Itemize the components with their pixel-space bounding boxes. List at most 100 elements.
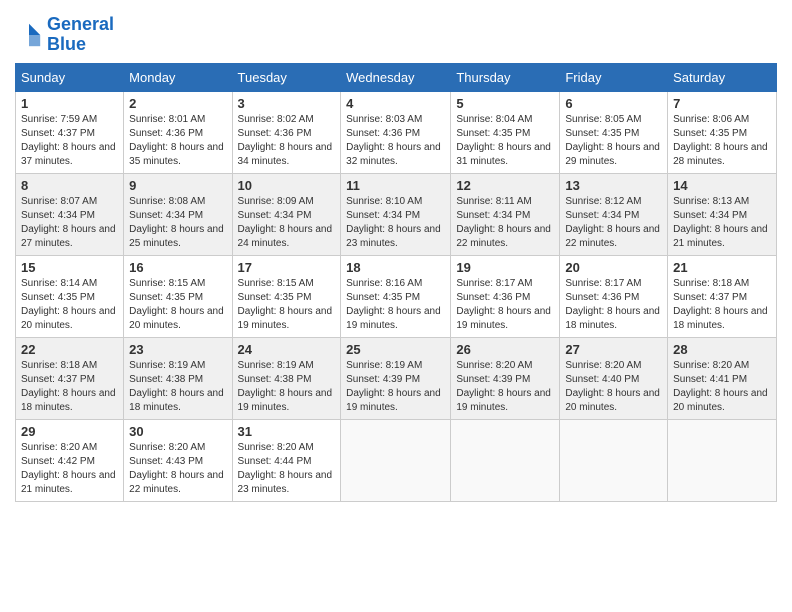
day-info: Sunrise: 8:19 AM Sunset: 4:39 PM Dayligh… (346, 359, 445, 415)
calendar-cell: 12Sunrise: 8:11 AM Sunset: 4:34 PM Dayli… (451, 173, 560, 255)
calendar-cell: 24Sunrise: 8:19 AM Sunset: 4:38 PM Dayli… (232, 337, 341, 419)
day-info: Sunrise: 8:03 AM Sunset: 4:36 PM Dayligh… (346, 113, 445, 169)
calendar-cell: 6Sunrise: 8:05 AM Sunset: 4:35 PM Daylig… (560, 91, 668, 173)
calendar-cell: 26 Sunrise: 8:20 AM Sunset: 4:39 PM Dayli… (451, 337, 560, 419)
logo: General Blue (15, 15, 114, 55)
calendar-cell: 28 Sunrise: 8:20 AM Sunset: 4:41 PM Dayli… (668, 337, 777, 419)
day-number: 18 (346, 260, 445, 275)
calendar-cell (668, 419, 777, 501)
day-info: Sunrise: 8:19 AM Sunset: 4:38 PM Dayligh… (129, 359, 226, 415)
day-header-monday: Monday (124, 63, 232, 91)
day-info: Sunrise: 8:16 AM Sunset: 4:35 PM Dayligh… (346, 277, 445, 333)
week-row-3: 15 Sunrise: 8:14 AM Sunset: 4:35 PM Dayli… (16, 255, 777, 337)
calendar-cell: 14Sunrise: 8:13 AM Sunset: 4:34 PM Dayli… (668, 173, 777, 255)
week-row-2: 8Sunrise: 8:07 AM Sunset: 4:34 PM Daylig… (16, 173, 777, 255)
calendar-cell: 11 Sunrise: 8:10 AM Sunset: 4:34 PM Dayli… (341, 173, 451, 255)
calendar-cell: 16 Sunrise: 8:15 AM Sunset: 4:35 PM Dayli… (124, 255, 232, 337)
day-info: Sunrise: 8:18 AM Sunset: 4:37 PM Dayligh… (21, 359, 118, 415)
day-number: 2 (129, 96, 226, 111)
week-row-4: 22 Sunrise: 8:18 AM Sunset: 4:37 PM Dayli… (16, 337, 777, 419)
day-info: Sunrise: 8:20 AM Sunset: 4:41 PM Dayligh… (673, 359, 771, 415)
day-info: Sunrise: 8:20 AM Sunset: 4:43 PM Dayligh… (129, 441, 226, 497)
day-number: 7 (673, 96, 771, 111)
day-number: 29 (21, 424, 118, 439)
day-info: Sunrise: 8:12 AM Sunset: 4:34 PM Dayligh… (565, 195, 662, 251)
day-number: 13 (565, 178, 662, 193)
calendar-cell (560, 419, 668, 501)
day-number: 31 (238, 424, 336, 439)
calendar-cell: 22 Sunrise: 8:18 AM Sunset: 4:37 PM Dayli… (16, 337, 124, 419)
calendar-cell: 27Sunrise: 8:20 AM Sunset: 4:40 PM Dayli… (560, 337, 668, 419)
day-number: 12 (456, 178, 554, 193)
calendar-cell: 30 Sunrise: 8:20 AM Sunset: 4:43 PM Dayli… (124, 419, 232, 501)
calendar-cell: 9 Sunrise: 8:08 AM Sunset: 4:34 PM Daylig… (124, 173, 232, 255)
day-info: Sunrise: 8:01 AM Sunset: 4:36 PM Dayligh… (129, 113, 226, 169)
calendar-cell: 25 Sunrise: 8:19 AM Sunset: 4:39 PM Dayli… (341, 337, 451, 419)
day-info: Sunrise: 8:15 AM Sunset: 4:35 PM Dayligh… (238, 277, 336, 333)
day-number: 10 (238, 178, 336, 193)
logo-icon (15, 21, 43, 49)
day-number: 11 (346, 178, 445, 193)
day-info: Sunrise: 8:20 AM Sunset: 4:42 PM Dayligh… (21, 441, 118, 497)
calendar-cell: 18 Sunrise: 8:16 AM Sunset: 4:35 PM Dayli… (341, 255, 451, 337)
day-number: 9 (129, 178, 226, 193)
day-info: Sunrise: 8:07 AM Sunset: 4:34 PM Dayligh… (21, 195, 118, 251)
day-number: 28 (673, 342, 771, 357)
header: General Blue (15, 15, 777, 55)
day-header-sunday: Sunday (16, 63, 124, 91)
calendar-cell: 3 Sunrise: 8:02 AM Sunset: 4:36 PM Daylig… (232, 91, 341, 173)
day-info: Sunrise: 8:19 AM Sunset: 4:38 PM Dayligh… (238, 359, 336, 415)
day-info: Sunrise: 8:04 AM Sunset: 4:35 PM Dayligh… (456, 113, 554, 169)
day-number: 30 (129, 424, 226, 439)
day-info: Sunrise: 7:59 AM Sunset: 4:37 PM Dayligh… (21, 113, 118, 169)
calendar-cell (451, 419, 560, 501)
day-info: Sunrise: 8:02 AM Sunset: 4:36 PM Dayligh… (238, 113, 336, 169)
calendar-cell: 15 Sunrise: 8:14 AM Sunset: 4:35 PM Dayli… (16, 255, 124, 337)
page: General Blue SundayMondayTuesdayWednesda… (0, 0, 792, 612)
week-row-1: 1Sunrise: 7:59 AM Sunset: 4:37 PM Daylig… (16, 91, 777, 173)
calendar-cell: 7 Sunrise: 8:06 AM Sunset: 4:35 PM Daylig… (668, 91, 777, 173)
calendar-cell: 20 Sunrise: 8:17 AM Sunset: 4:36 PM Dayli… (560, 255, 668, 337)
day-number: 26 (456, 342, 554, 357)
day-number: 17 (238, 260, 336, 275)
day-info: Sunrise: 8:20 AM Sunset: 4:39 PM Dayligh… (456, 359, 554, 415)
day-number: 3 (238, 96, 336, 111)
day-number: 15 (21, 260, 118, 275)
day-info: Sunrise: 8:15 AM Sunset: 4:35 PM Dayligh… (129, 277, 226, 333)
day-info: Sunrise: 8:10 AM Sunset: 4:34 PM Dayligh… (346, 195, 445, 251)
day-number: 22 (21, 342, 118, 357)
day-number: 5 (456, 96, 554, 111)
calendar-cell: 1Sunrise: 7:59 AM Sunset: 4:37 PM Daylig… (16, 91, 124, 173)
day-number: 16 (129, 260, 226, 275)
day-number: 23 (129, 342, 226, 357)
day-header-saturday: Saturday (668, 63, 777, 91)
day-number: 21 (673, 260, 771, 275)
calendar-cell: 13 Sunrise: 8:12 AM Sunset: 4:34 PM Dayli… (560, 173, 668, 255)
day-number: 6 (565, 96, 662, 111)
day-header-friday: Friday (560, 63, 668, 91)
week-row-5: 29 Sunrise: 8:20 AM Sunset: 4:42 PM Dayli… (16, 419, 777, 501)
day-number: 25 (346, 342, 445, 357)
calendar-cell: 4Sunrise: 8:03 AM Sunset: 4:36 PM Daylig… (341, 91, 451, 173)
calendar-table: SundayMondayTuesdayWednesdayThursdayFrid… (15, 63, 777, 502)
day-header-wednesday: Wednesday (341, 63, 451, 91)
day-info: Sunrise: 8:13 AM Sunset: 4:34 PM Dayligh… (673, 195, 771, 251)
calendar-cell: 2 Sunrise: 8:01 AM Sunset: 4:36 PM Daylig… (124, 91, 232, 173)
day-header-tuesday: Tuesday (232, 63, 341, 91)
day-number: 20 (565, 260, 662, 275)
calendar-cell: 17 Sunrise: 8:15 AM Sunset: 4:35 PM Dayli… (232, 255, 341, 337)
day-info: Sunrise: 8:20 AM Sunset: 4:40 PM Dayligh… (565, 359, 662, 415)
calendar-cell: 29 Sunrise: 8:20 AM Sunset: 4:42 PM Dayli… (16, 419, 124, 501)
calendar-cell: 21 Sunrise: 8:18 AM Sunset: 4:37 PM Dayli… (668, 255, 777, 337)
logo-text: General Blue (47, 15, 114, 55)
calendar-cell: 10Sunrise: 8:09 AM Sunset: 4:34 PM Dayli… (232, 173, 341, 255)
calendar-cell: 5 Sunrise: 8:04 AM Sunset: 4:35 PM Daylig… (451, 91, 560, 173)
calendar-cell (341, 419, 451, 501)
calendar-cell: 19Sunrise: 8:17 AM Sunset: 4:36 PM Dayli… (451, 255, 560, 337)
day-info: Sunrise: 8:17 AM Sunset: 4:36 PM Dayligh… (456, 277, 554, 333)
day-info: Sunrise: 8:18 AM Sunset: 4:37 PM Dayligh… (673, 277, 771, 333)
day-info: Sunrise: 8:08 AM Sunset: 4:34 PM Dayligh… (129, 195, 226, 251)
day-info: Sunrise: 8:06 AM Sunset: 4:35 PM Dayligh… (673, 113, 771, 169)
day-info: Sunrise: 8:17 AM Sunset: 4:36 PM Dayligh… (565, 277, 662, 333)
day-info: Sunrise: 8:14 AM Sunset: 4:35 PM Dayligh… (21, 277, 118, 333)
